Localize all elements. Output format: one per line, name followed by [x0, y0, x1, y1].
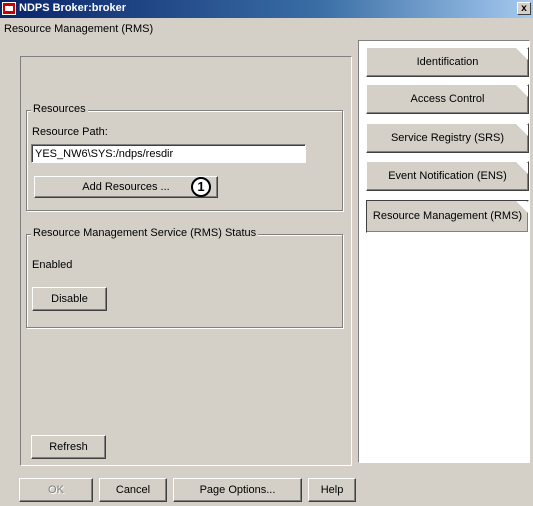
tab-label: Resource Management (RMS)	[372, 210, 523, 222]
tab-label: Identification	[416, 56, 479, 68]
tab-event-notification[interactable]: Event Notification (ENS)	[366, 161, 529, 191]
refresh-button[interactable]: Refresh	[31, 435, 106, 459]
page-heading: Resource Management (RMS)	[4, 23, 154, 35]
disable-button[interactable]: Disable	[32, 287, 107, 311]
callout-marker: 1	[191, 177, 211, 197]
rms-status-value: Enabled	[32, 259, 73, 271]
window-title: NDPS Broker:broker	[19, 2, 126, 14]
title-bar: NDPS Broker:broker x	[0, 0, 533, 18]
tab-resource-management[interactable]: Resource Management (RMS)	[366, 200, 529, 233]
help-button[interactable]: Help	[308, 478, 356, 502]
tab-label: Access Control	[410, 93, 485, 105]
resource-path-input[interactable]	[31, 144, 306, 163]
resources-legend: Resources	[31, 103, 88, 115]
rms-status-legend: Resource Management Service (RMS) Status	[31, 227, 259, 239]
tab-service-registry[interactable]: Service Registry (SRS)	[366, 123, 529, 153]
rms-status-group	[26, 234, 343, 328]
page-fold-icon	[516, 48, 528, 60]
resource-path-label: Resource Path:	[32, 126, 108, 138]
tab-access-control[interactable]: Access Control	[366, 84, 529, 114]
add-resources-label: Add Resources ...	[82, 181, 170, 193]
app-icon	[2, 2, 16, 15]
page-fold-icon	[516, 162, 528, 174]
page-options-button[interactable]: Page Options...	[173, 478, 302, 502]
cancel-button[interactable]: Cancel	[99, 478, 167, 502]
close-icon[interactable]: x	[517, 2, 531, 15]
page-fold-icon	[516, 85, 528, 97]
page-fold-icon	[516, 201, 528, 213]
tab-identification[interactable]: Identification	[366, 47, 529, 77]
tab-label: Service Registry (SRS)	[390, 132, 505, 144]
ok-button[interactable]: OK	[19, 478, 93, 502]
tab-label: Event Notification (ENS)	[388, 170, 507, 182]
page-fold-icon	[516, 124, 528, 136]
